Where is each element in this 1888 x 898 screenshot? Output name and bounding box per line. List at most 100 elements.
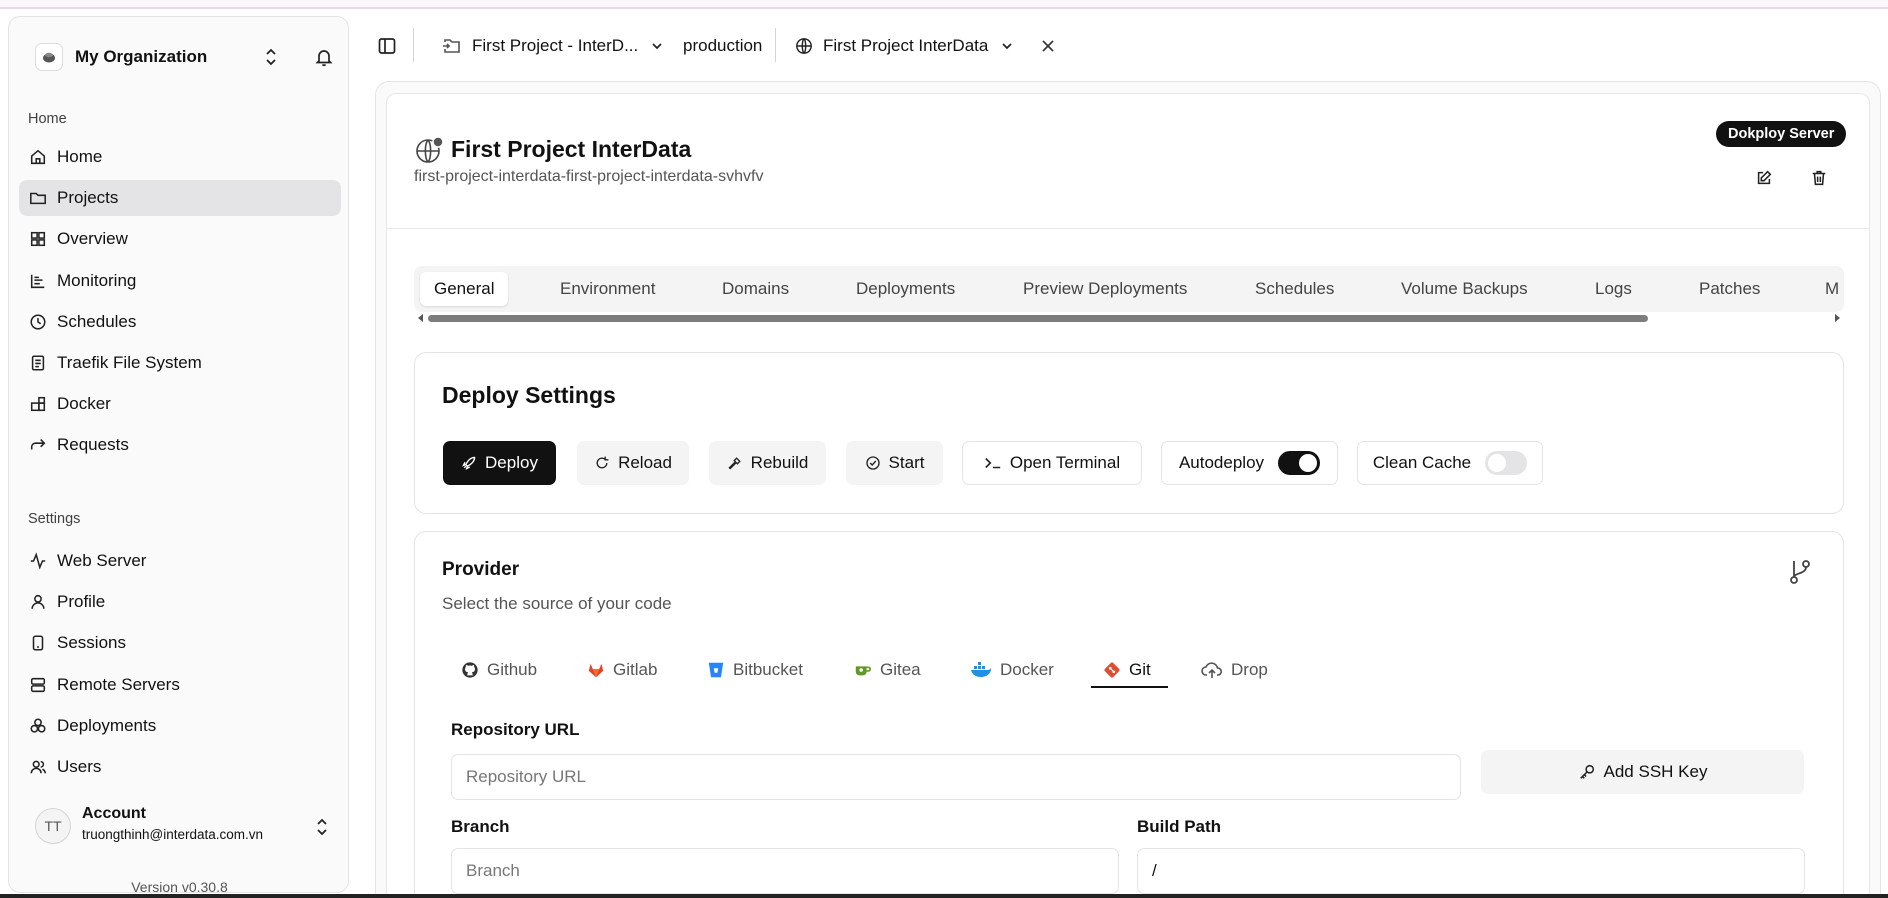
check-circle-icon bbox=[865, 456, 880, 470]
service-name: First Project InterData bbox=[823, 36, 989, 55]
repository-url-input[interactable] bbox=[451, 754, 1461, 800]
open-terminal-label: Open Terminal bbox=[1009, 453, 1121, 472]
account-menu[interactable]: TT Account truongthinh@interdata.com.vn bbox=[26, 803, 338, 853]
sidebar-item-label: Profile bbox=[57, 592, 106, 612]
provider-tab-label: Gitlab bbox=[613, 660, 658, 679]
tab-environment[interactable]: Environment bbox=[560, 272, 655, 306]
git-icon bbox=[1104, 662, 1120, 678]
phone-icon bbox=[32, 635, 44, 651]
trash-icon[interactable] bbox=[1805, 164, 1833, 192]
bell-icon[interactable] bbox=[314, 47, 334, 72]
tab-more[interactable]: M bbox=[1825, 272, 1839, 306]
sidebar-item-profile[interactable]: Profile bbox=[19, 584, 341, 620]
divider bbox=[775, 28, 776, 62]
provider-tab-gitea[interactable]: Gitea bbox=[854, 652, 921, 688]
version-label: Version v0.30.8 bbox=[131, 879, 228, 895]
tab-schedules[interactable]: Schedules bbox=[1255, 272, 1334, 306]
open-terminal-button[interactable]: Open Terminal bbox=[962, 441, 1142, 485]
tab-general[interactable]: General bbox=[420, 272, 509, 306]
account-name: Account bbox=[82, 805, 146, 822]
provider-tab-bitbucket[interactable]: Bitbucket bbox=[707, 652, 803, 688]
reload-label: Reload bbox=[618, 453, 672, 472]
bitbucket-icon bbox=[708, 662, 724, 678]
home-icon bbox=[30, 149, 46, 165]
provider-tab-drop[interactable]: Drop bbox=[1201, 652, 1268, 688]
terminal-icon bbox=[985, 457, 1001, 469]
gitlab-icon bbox=[588, 663, 604, 678]
sidebar-item-web-server[interactable]: Web Server bbox=[19, 543, 341, 579]
build-path-input[interactable] bbox=[1137, 848, 1805, 894]
deploy-settings-title: Deploy Settings bbox=[442, 382, 616, 408]
sidebar-item-schedules[interactable]: Schedules bbox=[19, 304, 341, 340]
sidebar-item-deployments[interactable]: Deployments bbox=[19, 708, 341, 744]
provider-tab-github[interactable]: Github bbox=[461, 652, 537, 688]
reload-button[interactable]: Reload bbox=[577, 441, 689, 485]
blocks-icon bbox=[30, 397, 46, 412]
divider bbox=[387, 228, 1869, 229]
tab-volume-backups[interactable]: Volume Backups bbox=[1401, 272, 1528, 306]
sidebar-item-sessions[interactable]: Sessions bbox=[19, 625, 341, 661]
chart-icon bbox=[30, 274, 45, 288]
boxes-icon bbox=[30, 718, 46, 733]
scrollbar-thumb[interactable] bbox=[428, 315, 1648, 322]
deploy-button[interactable]: Deploy bbox=[443, 441, 556, 485]
provider-tab-docker[interactable]: Docker bbox=[970, 652, 1054, 688]
start-button[interactable]: Start bbox=[846, 441, 943, 485]
rebuild-button[interactable]: Rebuild bbox=[709, 441, 826, 485]
sidebar-item-users[interactable]: Users bbox=[19, 749, 341, 785]
tab-patches[interactable]: Patches bbox=[1699, 272, 1760, 306]
sidebar-item-label: Requests bbox=[57, 435, 129, 455]
clean-cache-label: Clean Cache bbox=[1372, 453, 1472, 472]
org-name: My Organization bbox=[75, 47, 208, 66]
window-bottom-border bbox=[0, 894, 1888, 898]
sidebar-item-monitoring[interactable]: Monitoring bbox=[19, 263, 341, 299]
sidebar-item-traefik[interactable]: Traefik File System bbox=[19, 345, 341, 381]
build-path-label: Build Path bbox=[1137, 817, 1222, 836]
cloud-upload-icon bbox=[1201, 662, 1223, 678]
tab-deployments[interactable]: Deployments bbox=[856, 272, 955, 306]
service-selector[interactable]: First Project InterData bbox=[795, 26, 1014, 66]
add-ssh-key-label: Add SSH Key bbox=[1603, 762, 1708, 781]
org-logo-icon bbox=[35, 43, 63, 71]
chevron-down-icon bbox=[652, 43, 662, 50]
tab-logs[interactable]: Logs bbox=[1595, 272, 1632, 306]
sidebar-item-projects[interactable]: Projects bbox=[19, 180, 341, 217]
project-selector[interactable]: First Project - InterD... bbox=[442, 26, 664, 66]
chevrons-up-down-icon[interactable] bbox=[262, 47, 280, 72]
sidebar-item-home[interactable]: Home bbox=[19, 139, 341, 175]
autodeploy-toggle[interactable] bbox=[1278, 451, 1321, 475]
provider-tab-gitlab[interactable]: Gitlab bbox=[587, 652, 657, 688]
close-icon[interactable] bbox=[1041, 26, 1055, 66]
org-switcher[interactable]: My Organization bbox=[26, 37, 338, 77]
sidebar-item-overview[interactable]: Overview bbox=[19, 221, 341, 257]
sidebar-toggle-icon[interactable] bbox=[377, 26, 397, 66]
add-ssh-key-button[interactable]: Add SSH Key bbox=[1481, 750, 1804, 794]
provider-tab-label: Gitea bbox=[880, 660, 921, 679]
forward-icon bbox=[30, 439, 46, 450]
scroll-right-icon[interactable] bbox=[1833, 314, 1841, 322]
sidebar-item-label: Docker bbox=[57, 394, 111, 414]
repository-url-label: Repository URL bbox=[451, 720, 580, 739]
toggle-knob bbox=[1299, 454, 1318, 472]
docker-icon bbox=[971, 662, 992, 677]
scroll-left-icon[interactable] bbox=[417, 314, 425, 322]
tabs-scrollbar[interactable] bbox=[414, 312, 1844, 324]
sidebar-item-label: Schedules bbox=[57, 311, 137, 331]
chevrons-up-down-icon[interactable] bbox=[313, 817, 331, 842]
edit-icon[interactable] bbox=[1750, 164, 1778, 192]
provider-tab-label: Git bbox=[1129, 660, 1151, 679]
provider-title: Provider bbox=[442, 559, 520, 580]
sidebar-item-label: Traefik File System bbox=[57, 352, 202, 372]
environment-selector[interactable]: production bbox=[683, 26, 762, 66]
branch-input[interactable] bbox=[451, 848, 1119, 894]
sidebar-item-requests[interactable]: Requests bbox=[19, 427, 341, 463]
sidebar-item-docker[interactable]: Docker bbox=[19, 386, 341, 422]
tab-domains[interactable]: Domains bbox=[722, 272, 789, 306]
globe-icon bbox=[414, 136, 444, 171]
clean-cache-toggle[interactable] bbox=[1485, 451, 1528, 475]
provider-tab-git[interactable]: Git bbox=[1103, 652, 1151, 688]
sidebar-item-remote-servers[interactable]: Remote Servers bbox=[19, 667, 341, 703]
tab-preview-deployments[interactable]: Preview Deployments bbox=[1023, 272, 1187, 306]
gitea-icon bbox=[855, 666, 871, 676]
sidebar-item-label: Sessions bbox=[57, 633, 126, 653]
